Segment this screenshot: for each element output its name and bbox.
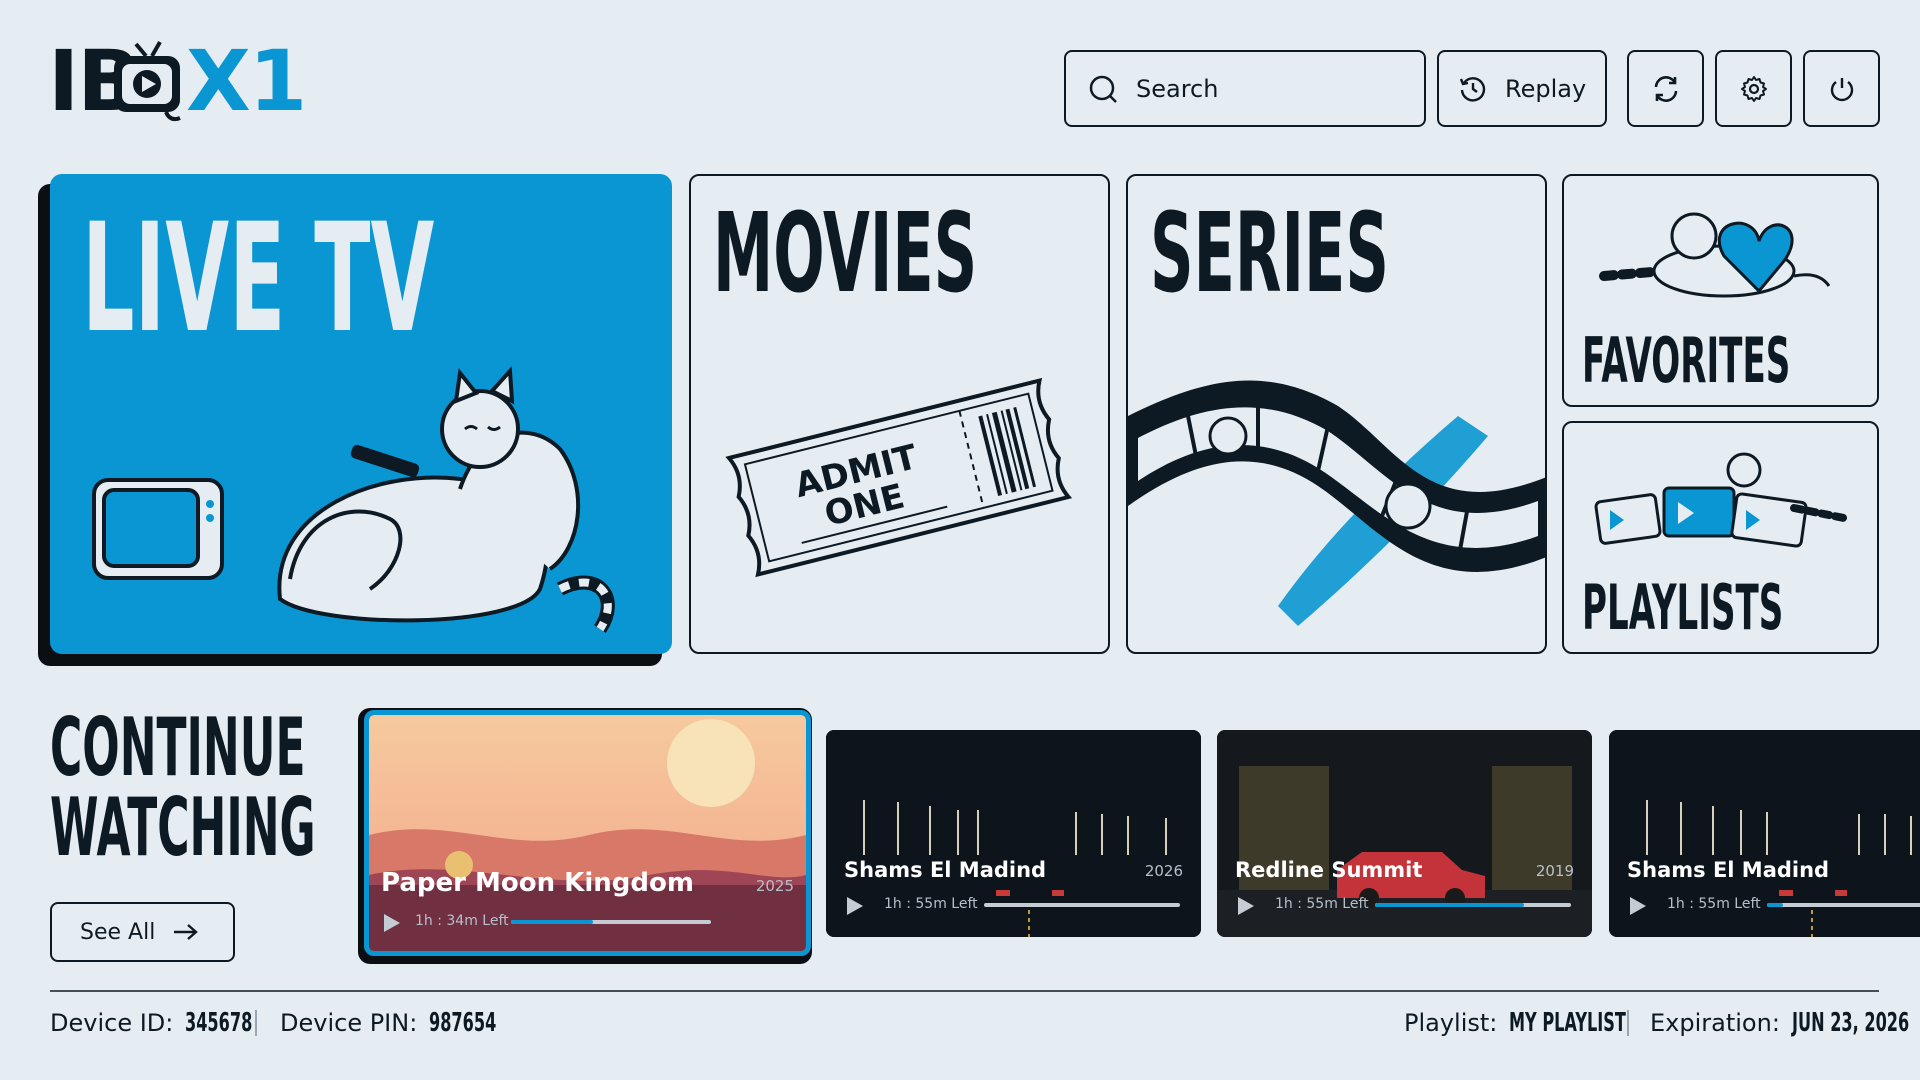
play-icon[interactable] [1237, 896, 1255, 916]
card-title: Shams El Madind [844, 858, 1047, 882]
expiration-info: Expiration: JUN 23, 2026 [1650, 1008, 1920, 1038]
device-id-label: Device ID: [50, 1009, 174, 1037]
progress-fill [511, 920, 593, 924]
device-id: Device ID: 345678 [50, 1008, 294, 1038]
arrow-right-icon [174, 924, 199, 940]
favorites-tile[interactable]: FAVORITES [1562, 174, 1879, 407]
series-tile[interactable]: SERIES [1126, 174, 1547, 654]
film-strip-illustration [1128, 380, 1545, 626]
refresh-button[interactable] [1627, 50, 1704, 127]
progress-bar [984, 903, 1180, 907]
movies-tile[interactable]: MOVIES ADMIT ONE [689, 174, 1110, 654]
cat-heart-illustration [1599, 212, 1831, 298]
tv-icon [92, 478, 224, 580]
app-logo: IB X1 [48, 39, 307, 123]
card-title: Redline Summit [1235, 858, 1423, 882]
device-pin: Device PIN: 987654 [280, 1008, 538, 1038]
power-icon [1830, 77, 1853, 101]
card-year: 2026 [1144, 862, 1183, 880]
card-time-left: 1h : 55m Left [1667, 896, 1761, 912]
ticket-illustration: ADMIT ONE [725, 377, 1073, 578]
continue-card[interactable]: Shams El Madind 1h : 55m Left [1609, 730, 1920, 937]
series-title: SERIES [1150, 189, 1389, 317]
search-label: Search [1136, 74, 1219, 103]
live-tv-tile[interactable]: LIVE TV [50, 174, 672, 654]
playlists-tile[interactable]: PLAYLISTS [1562, 421, 1879, 654]
see-all-button[interactable]: See All [50, 902, 235, 962]
continue-card[interactable]: Redline Summit 2019 1h : 55m Left [1217, 730, 1592, 937]
play-icon[interactable] [846, 896, 864, 916]
history-icon [1459, 76, 1486, 102]
footer-separator [255, 1010, 257, 1036]
progress-fill [1375, 903, 1524, 907]
card-year: 2019 [1535, 862, 1574, 880]
refresh-icon [1654, 75, 1677, 102]
cat-beanbag-illustration [277, 366, 615, 633]
see-all-label: See All [80, 919, 156, 945]
card-time-left: 1h : 34m Left [415, 913, 509, 929]
search-icon [1089, 75, 1117, 103]
replay-button[interactable]: Replay [1437, 50, 1607, 127]
gear-icon [1740, 75, 1767, 102]
footer-separator [1627, 1010, 1629, 1036]
progress-bar [1767, 903, 1920, 907]
playlist-value: MY PLAYLIST [1509, 1008, 1627, 1038]
play-icon[interactable] [1629, 896, 1647, 916]
cat-playlist-illustration [1594, 452, 1848, 548]
card-time-left: 1h : 55m Left [884, 896, 978, 912]
power-button[interactable] [1803, 50, 1880, 127]
card-year: 2025 [755, 877, 794, 895]
device-pin-value: 987654 [429, 1008, 497, 1038]
movies-title: MOVIES [713, 189, 978, 317]
favorites-title: FAVORITES [1582, 324, 1791, 397]
playlists-title: PLAYLISTS [1582, 571, 1784, 644]
settings-button[interactable] [1715, 50, 1792, 127]
device-pin-label: Device PIN: [280, 1009, 418, 1037]
continue-card[interactable]: Paper Moon Kingdom 2025 1h : 34m Left [364, 710, 811, 956]
card-time-left: 1h : 55m Left [1275, 896, 1369, 912]
progress-bar [511, 920, 711, 924]
card-title: Paper Moon Kingdom [381, 868, 694, 898]
play-icon[interactable] [383, 913, 401, 933]
continue-card[interactable]: Shams El Madind 2026 1h : 55m Left [826, 730, 1201, 937]
expiration-value: JUN 23, 2026 [1791, 1008, 1910, 1038]
continue-watching-line2: WATCHING [50, 781, 316, 874]
live-tv-title: LIVE TV [82, 192, 435, 366]
footer-divider [50, 990, 1879, 992]
expiration-label: Expiration: [1650, 1009, 1780, 1037]
card-title: Shams El Madind [1627, 858, 1830, 882]
device-id-value: 345678 [185, 1008, 253, 1038]
continue-watching-line1: CONTINUE [50, 701, 306, 794]
tv-logo-icon [114, 41, 181, 122]
search-button[interactable]: Search [1064, 50, 1426, 127]
replay-label: Replay [1505, 74, 1587, 103]
logo-text-right: X1 [186, 32, 307, 130]
playlist-label: Playlist: [1404, 1009, 1498, 1037]
progress-bar [1375, 903, 1571, 907]
progress-fill [1767, 903, 1783, 907]
